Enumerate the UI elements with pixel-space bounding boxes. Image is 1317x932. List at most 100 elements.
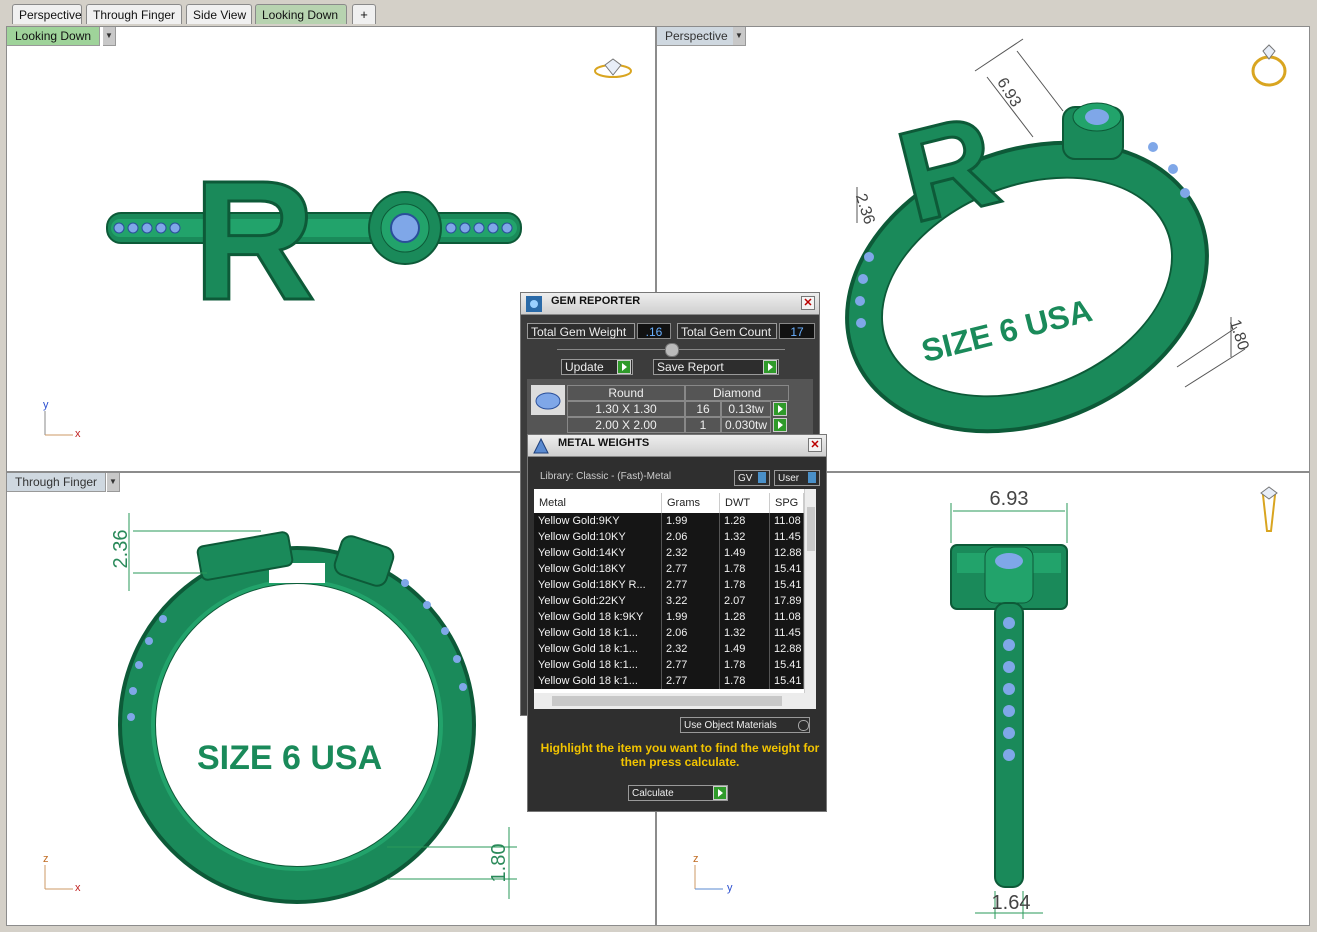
gem-shape-header: Round	[567, 385, 685, 401]
vertical-scrollbar[interactable]	[804, 489, 816, 693]
grams-cell: 2.06	[662, 625, 720, 641]
metal-name-cell: Yellow Gold:18KY R...	[534, 577, 662, 593]
save-report-go-icon[interactable]	[763, 360, 777, 374]
metal-weights-panel: METAL WEIGHTS ✕ Library: Classic - (Fast…	[527, 434, 827, 812]
column-header-metal[interactable]: Metal	[534, 493, 662, 513]
gem-weight: 0.13tw	[721, 401, 771, 417]
ring-shape-icon	[594, 58, 632, 78]
dim-band-label: 1.80	[1226, 318, 1252, 353]
metal-name-cell: Yellow Gold 18 k:1...	[534, 641, 662, 657]
dwt-cell: 1.49	[720, 641, 770, 657]
dim-top-label: 2.36	[110, 530, 132, 569]
table-row[interactable]: Yellow Gold:18KY 2.77 1.78 15.41	[534, 561, 804, 577]
tab-through-finger[interactable]: Through Finger	[86, 4, 182, 24]
scrollbar-thumb[interactable]	[807, 507, 815, 551]
metal-name-cell: Yellow Gold 18 k:1...	[534, 625, 662, 641]
metal-name-cell: Yellow Gold:10KY	[534, 529, 662, 545]
metal-name-cell: Yellow Gold:9KY	[534, 513, 662, 529]
spg-cell: 11.08	[770, 609, 804, 625]
dim-band-label: 1.80	[488, 844, 510, 883]
grams-cell: 2.32	[662, 641, 720, 657]
column-header-grams[interactable]: Grams	[662, 493, 720, 513]
dim-top-label: 2.36	[852, 192, 878, 227]
axis-z-label: z	[693, 853, 699, 865]
spg-cell: 12.88	[770, 545, 804, 561]
radio-button[interactable]	[798, 720, 809, 731]
table-row[interactable]: Yellow Gold:14KY 2.32 1.49 12.88	[534, 545, 804, 561]
gem-row-go-icon[interactable]	[773, 402, 787, 416]
spg-cell: 11.45	[770, 625, 804, 641]
dwt-cell: 1.78	[720, 657, 770, 673]
axis-y-label: y	[727, 882, 733, 894]
table-row[interactable]: Yellow Gold 18 k:1... 2.77 1.78 15.41	[534, 657, 804, 673]
table-row[interactable]: Yellow Gold:10KY 2.06 1.32 11.45	[534, 529, 804, 545]
grams-cell: 3.22	[662, 593, 720, 609]
column-header-dwt[interactable]: DWT	[720, 493, 770, 513]
grams-cell: 2.77	[662, 673, 720, 689]
calculate-go-icon[interactable]	[713, 786, 727, 800]
horizontal-scrollbar[interactable]	[534, 693, 816, 709]
column-header-spg[interactable]: SPG	[770, 493, 804, 513]
table-header: Metal Grams DWT SPG	[534, 493, 804, 513]
spg-cell: 11.45	[770, 529, 804, 545]
tab-looking-down[interactable]: Looking Down	[255, 4, 347, 24]
gem-reporter-icon	[526, 296, 542, 312]
metal-name-cell: Yellow Gold 18 k:9KY	[534, 609, 662, 625]
gem-size: 1.30 X 1.30	[567, 401, 685, 417]
table-row[interactable]: Yellow Gold:18KY R... 2.77 1.78 15.41	[534, 577, 804, 593]
tab-perspective[interactable]: Perspective	[12, 4, 82, 24]
total-gem-weight-value: .16	[637, 323, 671, 339]
library-label: Library: Classic - (Fast)-Metal	[540, 471, 672, 482]
gem-reporter-titlebar[interactable]: GEM REPORTER ✕	[521, 293, 819, 315]
save-report-button[interactable]: Save Report	[653, 359, 779, 375]
metal-name-cell: Yellow Gold:18KY	[534, 561, 662, 577]
table-row[interactable]: Yellow Gold 18 k:1... 2.77 1.78 15.41	[534, 673, 804, 689]
grams-cell: 2.06	[662, 529, 720, 545]
ring-shape-icon	[1260, 486, 1278, 532]
dim-width-label: 6.93	[993, 75, 1024, 111]
gem-row-go-icon[interactable]	[773, 418, 787, 432]
monogram-letter: R	[193, 146, 316, 336]
close-icon[interactable]: ✕	[801, 296, 815, 310]
update-go-icon[interactable]	[617, 360, 631, 374]
gem-count: 1	[685, 417, 721, 433]
add-tab-button[interactable]: +	[352, 4, 376, 24]
gem-reporter-title: GEM REPORTER	[551, 295, 641, 307]
table-row[interactable]: Yellow Gold 18 k:9KY 1.99 1.28 11.08	[534, 609, 804, 625]
close-icon[interactable]: ✕	[808, 438, 822, 452]
ring-shape-icon	[1251, 44, 1287, 87]
spg-cell: 15.41	[770, 657, 804, 673]
metal-table: Metal Grams DWT SPG Yellow Gold:9KY 1.99 1…	[534, 489, 816, 693]
hscroll-thumb[interactable]	[552, 696, 782, 706]
gem-material-header: Diamond	[685, 385, 789, 401]
axis-z-label: z	[43, 853, 49, 865]
table-row[interactable]: Yellow Gold:22KY 3.22 2.07 17.89	[534, 593, 804, 609]
dwt-cell: 2.07	[720, 593, 770, 609]
table-row[interactable]: Yellow Gold:9KY 1.99 1.28 11.08	[534, 513, 804, 529]
spg-cell: 15.41	[770, 673, 804, 689]
grams-cell: 1.99	[662, 513, 720, 529]
collapse-handle[interactable]	[665, 343, 679, 357]
axis-x-label: x	[75, 882, 81, 894]
gem-count: 16	[685, 401, 721, 417]
dwt-cell: 1.32	[720, 625, 770, 641]
dwt-cell: 1.78	[720, 673, 770, 689]
dwt-cell: 1.78	[720, 561, 770, 577]
spg-cell: 15.41	[770, 561, 804, 577]
grams-cell: 2.77	[662, 577, 720, 593]
spg-cell: 15.41	[770, 577, 804, 593]
use-object-materials-option[interactable]: Use Object Materials	[680, 717, 810, 733]
dim-band-label: 1.64	[992, 892, 1031, 914]
user-toggle-indicator	[808, 472, 816, 483]
spg-cell: 17.89	[770, 593, 804, 609]
table-row[interactable]: Yellow Gold 18 k:1... 2.06 1.32 11.45	[534, 625, 804, 641]
metal-weights-icon	[533, 437, 549, 454]
instruction-hint: Highlight the item you want to find the …	[540, 741, 820, 769]
grams-cell: 2.32	[662, 545, 720, 561]
dim-width-label: 6.93	[990, 488, 1029, 510]
spg-cell: 12.88	[770, 641, 804, 657]
spg-cell: 11.08	[770, 513, 804, 529]
table-row[interactable]: Yellow Gold 18 k:1... 2.32 1.49 12.88	[534, 641, 804, 657]
tab-side-view[interactable]: Side View	[186, 4, 252, 24]
metal-weights-titlebar[interactable]: METAL WEIGHTS ✕	[528, 435, 826, 457]
